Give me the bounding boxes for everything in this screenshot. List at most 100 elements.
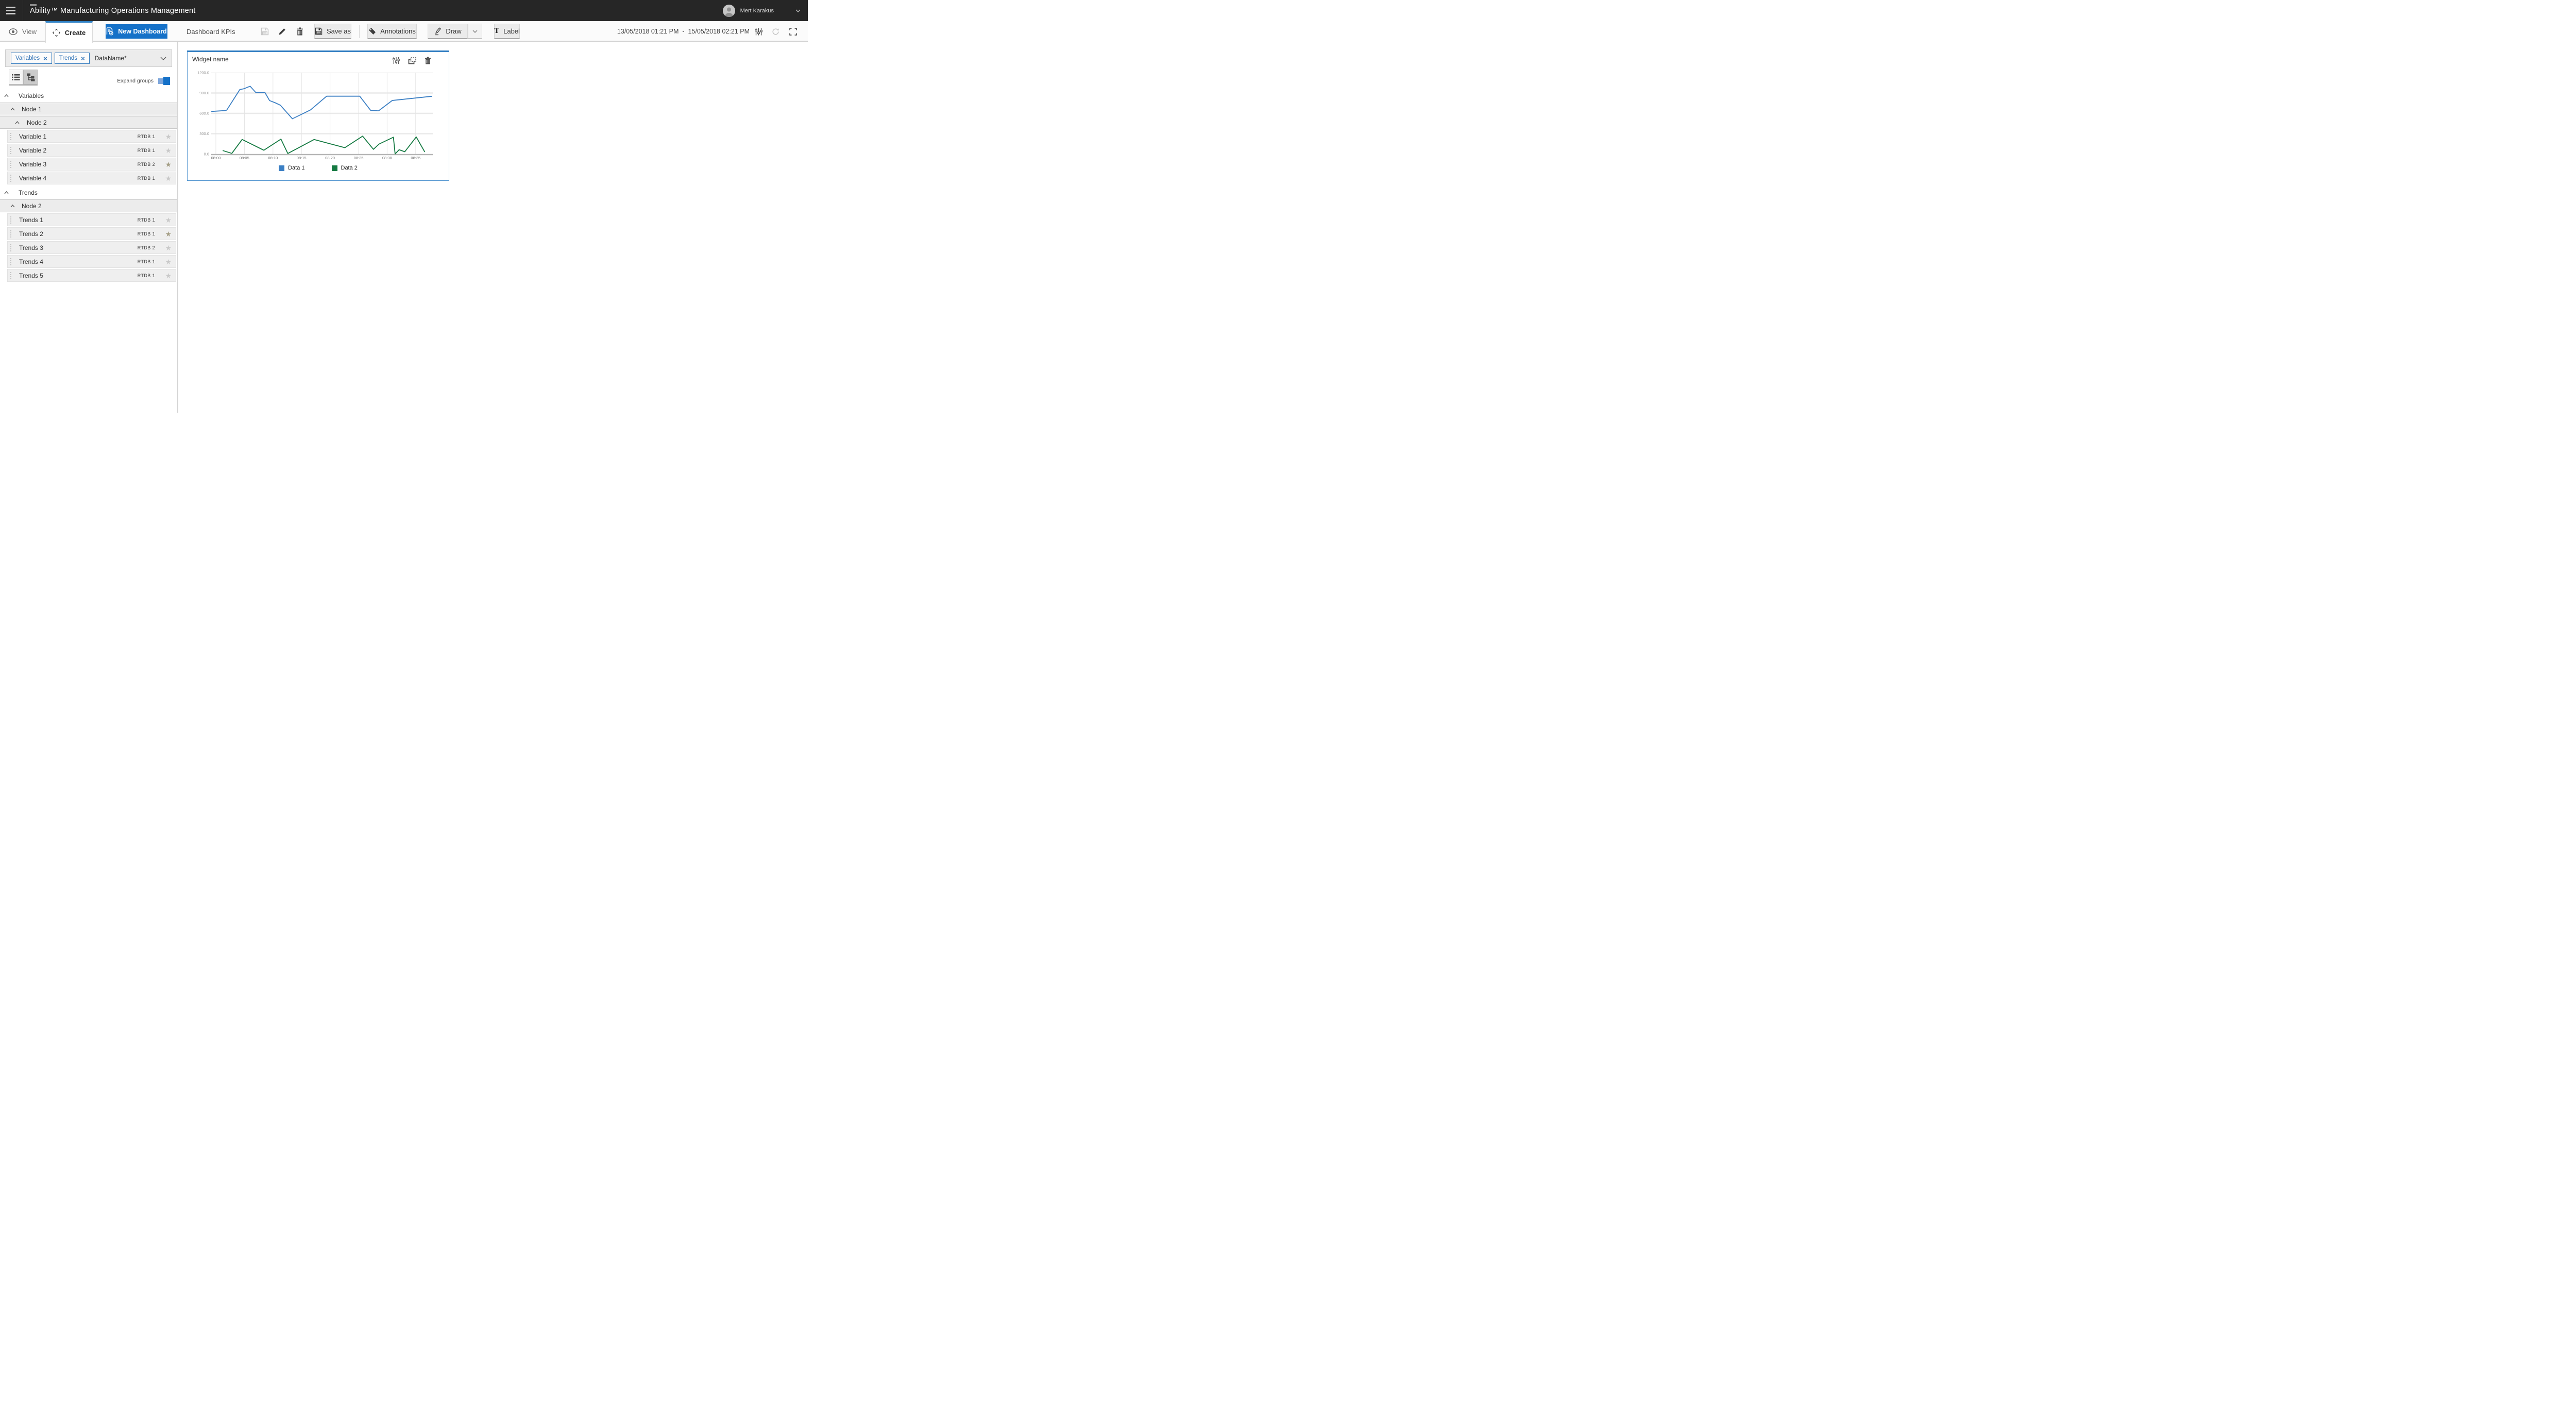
chevron-down-icon[interactable]: [160, 57, 166, 60]
collapse-icon[interactable]: [10, 108, 15, 111]
favorite-star-icon[interactable]: ★: [165, 175, 172, 182]
collapse-icon[interactable]: [15, 121, 20, 124]
label-T-icon: T: [494, 27, 499, 35]
new-dashboard-icon: [106, 27, 114, 36]
favorite-star-icon[interactable]: ★: [165, 161, 172, 168]
drag-handle-icon[interactable]: [10, 175, 11, 182]
tree-item-trends-2[interactable]: Trends 2RTDB 1★: [7, 227, 176, 240]
new-dashboard-label: New Dashboard: [118, 28, 166, 35]
edit-button[interactable]: [276, 21, 287, 42]
tree-item-trends-5[interactable]: Trends 5RTDB 1★: [7, 269, 176, 282]
collapse-icon[interactable]: [4, 191, 9, 194]
tree-item-variable-2[interactable]: Variable 2RTDB 1★: [7, 144, 176, 157]
favorite-star-icon[interactable]: ★: [165, 230, 172, 238]
duplicate-icon: [408, 57, 416, 64]
source-badge: RTDB 1: [138, 176, 155, 181]
svg-text:08:35: 08:35: [411, 156, 420, 160]
favorite-star-icon[interactable]: ★: [165, 216, 172, 224]
favorite-star-icon[interactable]: ★: [165, 147, 172, 154]
chip-remove-icon[interactable]: ×: [81, 55, 85, 62]
drag-handle-icon[interactable]: [10, 133, 11, 140]
draw-label: Draw: [446, 27, 461, 35]
tab-view[interactable]: View: [0, 21, 45, 42]
tree-item-label: Trends 4: [19, 258, 43, 265]
chevron-down-icon: [795, 9, 801, 12]
tree-item-variable-4[interactable]: Variable 4RTDB 1★: [7, 172, 176, 184]
user-menu[interactable]: Mert Karakus: [723, 0, 801, 21]
source-badge: RTDB 1: [138, 148, 155, 153]
dashboard-canvas[interactable]: Widget name: [178, 42, 808, 413]
chart-widget[interactable]: Widget name: [187, 50, 449, 181]
tree-node-label: Node 1: [22, 106, 42, 113]
refresh-button[interactable]: [770, 21, 781, 42]
data-filter-field[interactable]: Variables × Trends × DataName*: [5, 49, 172, 67]
label-button[interactable]: T Label: [494, 24, 520, 39]
tree-item-label: Variable 1: [19, 133, 46, 140]
source-badge: RTDB 1: [138, 259, 155, 264]
tree-node-label: Node 2: [27, 119, 47, 126]
favorite-star-icon[interactable]: ★: [165, 244, 172, 251]
tree-item-variable-1[interactable]: Variable 1RTDB 1★: [7, 130, 176, 143]
refresh-icon: [772, 28, 779, 36]
legend-item-data-1[interactable]: Data 1: [279, 165, 304, 171]
time-settings-button[interactable]: [753, 21, 764, 42]
tree-node-node-1[interactable]: Node 1: [0, 103, 177, 115]
tab-create[interactable]: Create: [45, 21, 93, 43]
svg-text:08:20: 08:20: [325, 156, 335, 160]
label-label: Label: [503, 27, 520, 35]
tree-node-label: Node 2: [22, 202, 42, 210]
tree-item-trends-3[interactable]: Trends 3RTDB 2★: [7, 241, 176, 254]
drag-handle-icon[interactable]: [10, 258, 11, 265]
draw-pencil-icon: [434, 27, 442, 36]
drag-handle-icon[interactable]: [10, 147, 11, 154]
new-dashboard-button[interactable]: New Dashboard: [106, 24, 167, 39]
favorite-star-icon[interactable]: ★: [165, 272, 172, 279]
widget-settings-button[interactable]: [393, 57, 400, 64]
tree-item-label: Trends 2: [19, 230, 43, 238]
delete-button[interactable]: [294, 21, 306, 42]
drag-handle-icon[interactable]: [10, 216, 11, 224]
expand-groups-label: Expand groups: [117, 78, 154, 84]
save-button[interactable]: [259, 21, 270, 42]
collapse-icon[interactable]: [4, 94, 9, 97]
filter-chip-trends[interactable]: Trends ×: [55, 53, 90, 64]
draw-button[interactable]: Draw: [428, 24, 468, 39]
drag-handle-icon[interactable]: [10, 272, 11, 279]
drag-handle-icon[interactable]: [10, 161, 11, 168]
collapse-icon[interactable]: [10, 205, 15, 208]
fullscreen-button[interactable]: [787, 21, 799, 42]
save-as-button[interactable]: Save as: [314, 24, 351, 39]
tree-item-trends-1[interactable]: Trends 1RTDB 1★: [7, 213, 176, 226]
tree-item-trends-4[interactable]: Trends 4 RTDB 1 ★: [7, 255, 176, 268]
tree-item-variable-3[interactable]: Variable 3RTDB 2★: [7, 158, 176, 171]
legend-item-data-2[interactable]: Data 2: [332, 165, 358, 171]
date-range-picker[interactable]: 13/05/2018 01:21 PM - 15/05/2018 02:21 P…: [617, 21, 750, 42]
list-view-button[interactable]: [9, 70, 23, 84]
filter-chip-variables[interactable]: Variables ×: [11, 53, 52, 64]
favorite-star-icon[interactable]: ★: [165, 258, 172, 265]
view-toggle-group: [9, 70, 38, 86]
fullscreen-icon: [789, 28, 797, 36]
menu-icon[interactable]: [6, 7, 15, 14]
widget-delete-button[interactable]: [425, 57, 431, 64]
widget-duplicate-button[interactable]: [408, 57, 416, 64]
drag-handle-icon[interactable]: [10, 230, 11, 238]
chevron-down-icon: [472, 30, 478, 33]
annotations-button[interactable]: Annotations: [367, 24, 417, 39]
drag-handle-icon[interactable]: [10, 244, 11, 251]
tree-view-button[interactable]: [23, 70, 38, 84]
tree-group-variables[interactable]: Variables: [0, 89, 177, 103]
svg-text:600.0: 600.0: [199, 111, 209, 116]
tree-node-node-2[interactable]: Node 2: [0, 199, 177, 212]
expand-groups-toggle[interactable]: [158, 78, 169, 84]
tree-node-node-2[interactable]: Node 2: [0, 116, 177, 129]
tree-group-trends[interactable]: Trends: [0, 185, 177, 199]
draw-dropdown-button[interactable]: [468, 24, 482, 39]
svg-text:08:00: 08:00: [211, 156, 221, 160]
tree-item-label: Variable 3: [19, 161, 46, 168]
save-as-label: Save as: [327, 27, 351, 35]
svg-text:08:05: 08:05: [240, 156, 249, 160]
chip-remove-icon[interactable]: ×: [43, 55, 47, 62]
svg-text:900.0: 900.0: [199, 91, 209, 95]
favorite-star-icon[interactable]: ★: [165, 133, 172, 140]
